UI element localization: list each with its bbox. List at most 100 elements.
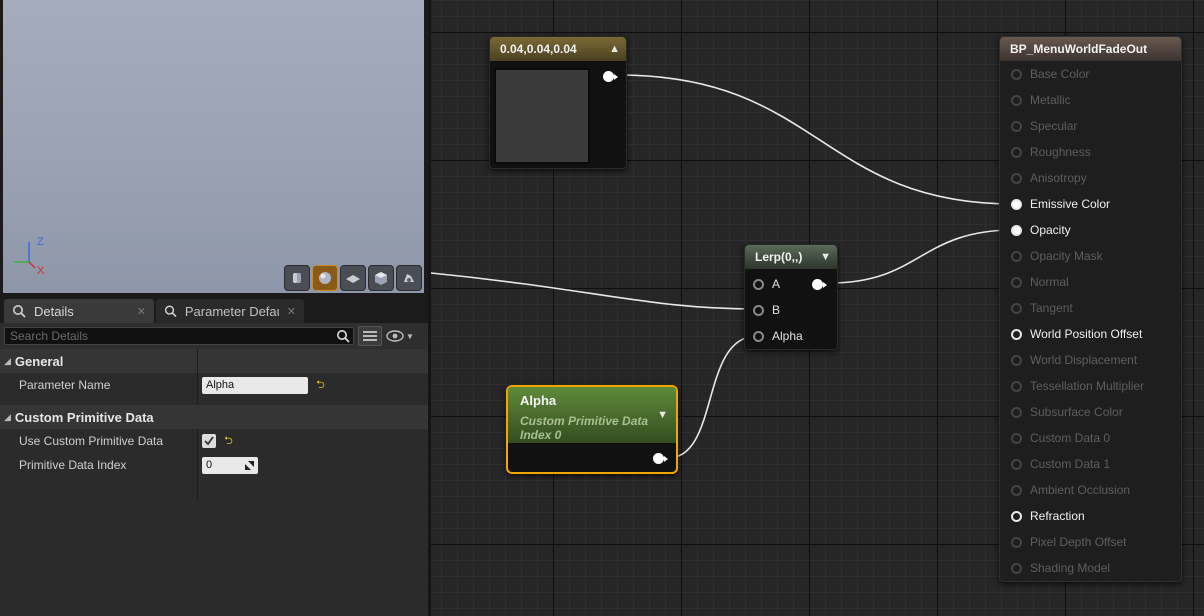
input-pin[interactable] bbox=[1011, 302, 1022, 314]
use-custom-primitive-data-checkbox[interactable] bbox=[202, 434, 216, 448]
constant3vector-node[interactable]: 0.04,0.04,0.04 ▲ bbox=[489, 36, 627, 169]
cylinder-preview-button[interactable] bbox=[284, 265, 310, 291]
input-pin[interactable] bbox=[1011, 250, 1022, 262]
result-input-base-color[interactable]: Base Color bbox=[1000, 61, 1181, 87]
input-pin[interactable] bbox=[1011, 146, 1022, 158]
input-pin[interactable] bbox=[1011, 68, 1022, 80]
result-input-tessellation-multiplier[interactable]: Tessellation Multiplier bbox=[1000, 373, 1181, 399]
result-input-emissive-color[interactable]: Emissive Color bbox=[1000, 191, 1181, 217]
lerp-pin-b[interactable]: B bbox=[753, 303, 780, 317]
lerp-output-pin[interactable] bbox=[812, 279, 827, 290]
input-pin[interactable] bbox=[1011, 458, 1022, 470]
axis-z-label: Z bbox=[37, 236, 44, 248]
plane-preview-button[interactable] bbox=[340, 265, 366, 291]
input-pin[interactable] bbox=[1011, 328, 1022, 340]
result-input-refraction[interactable]: Refraction bbox=[1000, 503, 1181, 529]
input-pin[interactable] bbox=[1011, 406, 1022, 418]
result-input-shading-model[interactable]: Shading Model bbox=[1000, 555, 1181, 581]
lerp-input-alpha-pin[interactable] bbox=[753, 330, 764, 342]
lerp-pin-b-label: B bbox=[772, 303, 781, 317]
input-pin[interactable] bbox=[1011, 276, 1022, 288]
details-search-box[interactable] bbox=[4, 327, 354, 345]
result-input-custom-data-0[interactable]: Custom Data 0 bbox=[1000, 425, 1181, 451]
property-row-primitive-data-index: Primitive Data Index 0 bbox=[0, 453, 428, 477]
result-input-pixel-depth-offset[interactable]: Pixel Depth Offset bbox=[1000, 529, 1181, 555]
input-pin[interactable] bbox=[1011, 536, 1022, 548]
result-input-world-displacement[interactable]: World Displacement bbox=[1000, 347, 1181, 373]
result-input-world-position-offset[interactable]: World Position Offset bbox=[1000, 321, 1181, 347]
lerp-node-header[interactable]: Lerp(0,,) ▼ bbox=[745, 245, 837, 269]
property-matrix-button[interactable] bbox=[358, 326, 382, 346]
input-pin[interactable] bbox=[1011, 562, 1022, 574]
result-input-roughness[interactable]: Roughness bbox=[1000, 139, 1181, 165]
input-label: Roughness bbox=[1030, 145, 1091, 159]
input-pin[interactable] bbox=[1011, 354, 1022, 366]
input-pin[interactable] bbox=[1011, 224, 1022, 236]
material-result-node[interactable]: BP_MenuWorldFadeOut Base Color Metallic Sp… bbox=[999, 36, 1182, 582]
result-input-anisotropy[interactable]: Anisotropy bbox=[1000, 165, 1181, 191]
input-label: Refraction bbox=[1030, 509, 1085, 523]
result-node-header[interactable]: BP_MenuWorldFadeOut bbox=[1000, 37, 1181, 61]
view-options-button[interactable]: ▼ bbox=[386, 330, 414, 342]
input-pin[interactable] bbox=[1011, 380, 1022, 392]
collapse-arrow-icon[interactable]: ▼ bbox=[657, 409, 668, 421]
chevron-down-icon: ▼ bbox=[406, 331, 414, 341]
primitive-data-index-input[interactable]: 0 bbox=[202, 456, 258, 474]
axis-gizmo-icon: Z X bbox=[14, 236, 45, 277]
cylinder-preview-icon bbox=[293, 273, 301, 283]
lerp-node[interactable]: Lerp(0,,) ▼ A B Alpha bbox=[744, 244, 838, 350]
input-pin[interactable] bbox=[1011, 510, 1022, 522]
result-input-ambient-occlusion[interactable]: Ambient Occlusion bbox=[1000, 477, 1181, 503]
custom-mesh-preview-button[interactable] bbox=[396, 265, 422, 291]
result-input-normal[interactable]: Normal bbox=[1000, 269, 1181, 295]
constant-output-pin[interactable] bbox=[603, 71, 618, 82]
lerp-pin-a[interactable]: A bbox=[753, 277, 780, 291]
lerp-pin-a-label: A bbox=[772, 277, 781, 291]
checkmark-icon bbox=[204, 436, 214, 446]
sphere-preview-button[interactable] bbox=[312, 265, 338, 291]
alpha-parameter-node[interactable]: Alpha Custom Primitive Data Index 0 ▼ bbox=[506, 385, 678, 474]
constant-node-header[interactable]: 0.04,0.04,0.04 ▲ bbox=[490, 37, 626, 61]
input-pin[interactable] bbox=[1011, 120, 1022, 132]
lerp-pin-alpha[interactable]: Alpha bbox=[753, 329, 803, 343]
collapse-arrow-icon[interactable]: ▼ bbox=[820, 251, 831, 263]
input-pin[interactable] bbox=[1011, 172, 1022, 184]
category-custom-primitive-data[interactable]: ◢ Custom Primitive Data bbox=[0, 405, 428, 429]
result-input-tangent[interactable]: Tangent bbox=[1000, 295, 1181, 321]
details-panel: Details ✕ Parameter Defaults ✕ ▼ bbox=[0, 297, 428, 616]
sphere-preview-icon bbox=[319, 272, 331, 284]
cube-preview-button[interactable] bbox=[368, 265, 394, 291]
lerp-node-title: Lerp(0,,) bbox=[755, 250, 803, 264]
tab-details[interactable]: Details ✕ bbox=[4, 299, 154, 323]
input-pin[interactable] bbox=[1011, 94, 1022, 106]
input-label: Tessellation Multiplier bbox=[1030, 379, 1145, 393]
close-icon[interactable]: ✕ bbox=[287, 305, 296, 318]
input-pin[interactable] bbox=[1011, 198, 1022, 210]
parameter-name-input[interactable]: Alpha bbox=[202, 376, 308, 394]
input-label: World Position Offset bbox=[1030, 327, 1143, 341]
result-input-subsurface-color[interactable]: Subsurface Color bbox=[1000, 399, 1181, 425]
result-input-specular[interactable]: Specular bbox=[1000, 113, 1181, 139]
input-pin[interactable] bbox=[1011, 484, 1022, 496]
lerp-pin-alpha-label: Alpha bbox=[772, 329, 803, 343]
material-preview-viewport[interactable]: Z X bbox=[3, 0, 424, 293]
reset-to-default-icon[interactable]: ⮌ bbox=[316, 376, 325, 395]
lerp-input-a-pin[interactable] bbox=[753, 278, 764, 290]
alpha-node-header[interactable]: Alpha Custom Primitive Data Index 0 ▼ bbox=[508, 387, 676, 443]
tab-parameter-defaults-label: Parameter Defaults bbox=[184, 303, 279, 319]
collapse-arrow-icon[interactable]: ▲ bbox=[609, 43, 620, 55]
search-input[interactable] bbox=[10, 329, 310, 343]
result-input-custom-data-1[interactable]: Custom Data 1 bbox=[1000, 451, 1181, 477]
result-input-opacity[interactable]: Opacity bbox=[1000, 217, 1181, 243]
reset-to-default-icon[interactable]: ⮌ bbox=[224, 432, 233, 451]
result-input-metallic[interactable]: Metallic bbox=[1000, 87, 1181, 113]
result-input-opacity-mask[interactable]: Opacity Mask bbox=[1000, 243, 1181, 269]
collapse-triangle-icon: ◢ bbox=[4, 411, 11, 422]
close-icon[interactable]: ✕ bbox=[137, 305, 146, 318]
tab-parameter-defaults[interactable]: Parameter Defaults ✕ bbox=[156, 299, 304, 323]
alpha-output-pin[interactable] bbox=[653, 453, 668, 464]
input-pin[interactable] bbox=[1011, 432, 1022, 444]
primitive-data-index-value: 0 bbox=[206, 459, 213, 471]
category-general[interactable]: ◢ General bbox=[0, 349, 428, 373]
lerp-input-b-pin[interactable] bbox=[753, 304, 764, 316]
